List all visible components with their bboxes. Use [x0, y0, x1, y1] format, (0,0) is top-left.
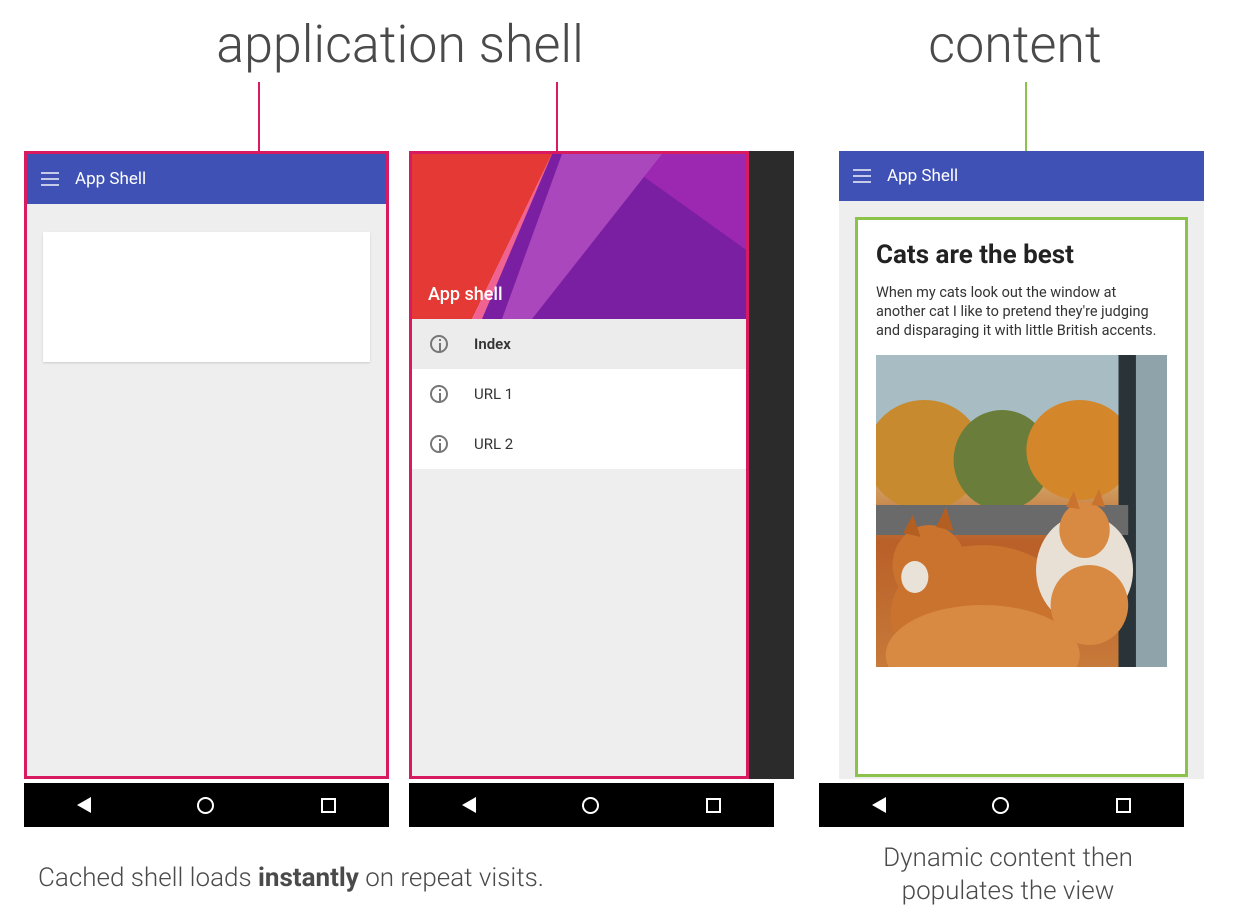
nav-recents-icon[interactable]	[706, 798, 721, 813]
nav-home-icon[interactable]	[197, 797, 214, 814]
drawer-item-index[interactable]: Index	[412, 319, 746, 369]
nav-home-icon[interactable]	[992, 797, 1009, 814]
connector-line	[556, 82, 558, 152]
content-image-cats	[876, 355, 1167, 667]
nav-home-icon[interactable]	[582, 797, 599, 814]
info-icon	[430, 385, 448, 403]
content-card: Cats are the best When my cats look out …	[855, 217, 1188, 777]
content-body-text: When my cats look out the window at anot…	[876, 284, 1167, 341]
app-bar-title: App Shell	[887, 166, 958, 186]
drawer-header-title: App shell	[428, 284, 503, 305]
nav-back-icon[interactable]	[462, 797, 476, 813]
app-bar-title: App Shell	[75, 169, 146, 189]
empty-content-card	[43, 232, 370, 362]
connector-line	[258, 82, 260, 152]
nav-back-icon[interactable]	[872, 797, 886, 813]
phone-mock-shell-drawer: App shell Index URL 1 URL 2	[409, 151, 794, 779]
hamburger-menu-icon[interactable]	[853, 169, 871, 183]
phone-mock-content: App Shell Cats are the best When my cats…	[839, 151, 1204, 779]
android-nav-bar	[24, 783, 389, 827]
hamburger-menu-icon[interactable]	[41, 172, 59, 186]
info-icon	[430, 435, 448, 453]
caption-right: Dynamic content then populates the view	[838, 842, 1178, 907]
drawer-item-url2[interactable]: URL 2	[412, 419, 746, 469]
phone-mock-shell-empty: App Shell	[24, 151, 389, 779]
drawer-nav-list: Index URL 1 URL 2	[412, 319, 746, 469]
nav-recents-icon[interactable]	[1116, 798, 1131, 813]
info-icon	[430, 335, 448, 353]
nav-back-icon[interactable]	[77, 797, 91, 813]
app-bar: App Shell	[27, 154, 386, 204]
app-bar: App Shell	[839, 151, 1204, 201]
drawer-header: App shell	[412, 154, 746, 319]
section-title-application-shell: application shell	[180, 14, 620, 75]
drawer-item-url1[interactable]: URL 1	[412, 369, 746, 419]
drawer-item-label: URL 2	[474, 435, 513, 453]
nav-recents-icon[interactable]	[321, 798, 336, 813]
section-title-content: content	[905, 14, 1125, 75]
android-nav-bar	[819, 783, 1184, 827]
drawer-item-label: URL 1	[474, 385, 513, 403]
content-heading: Cats are the best	[876, 240, 1167, 270]
drawer-item-label: Index	[474, 335, 511, 353]
caption-left: Cached shell loads instantly on repeat v…	[38, 862, 738, 895]
android-nav-bar	[409, 783, 774, 827]
